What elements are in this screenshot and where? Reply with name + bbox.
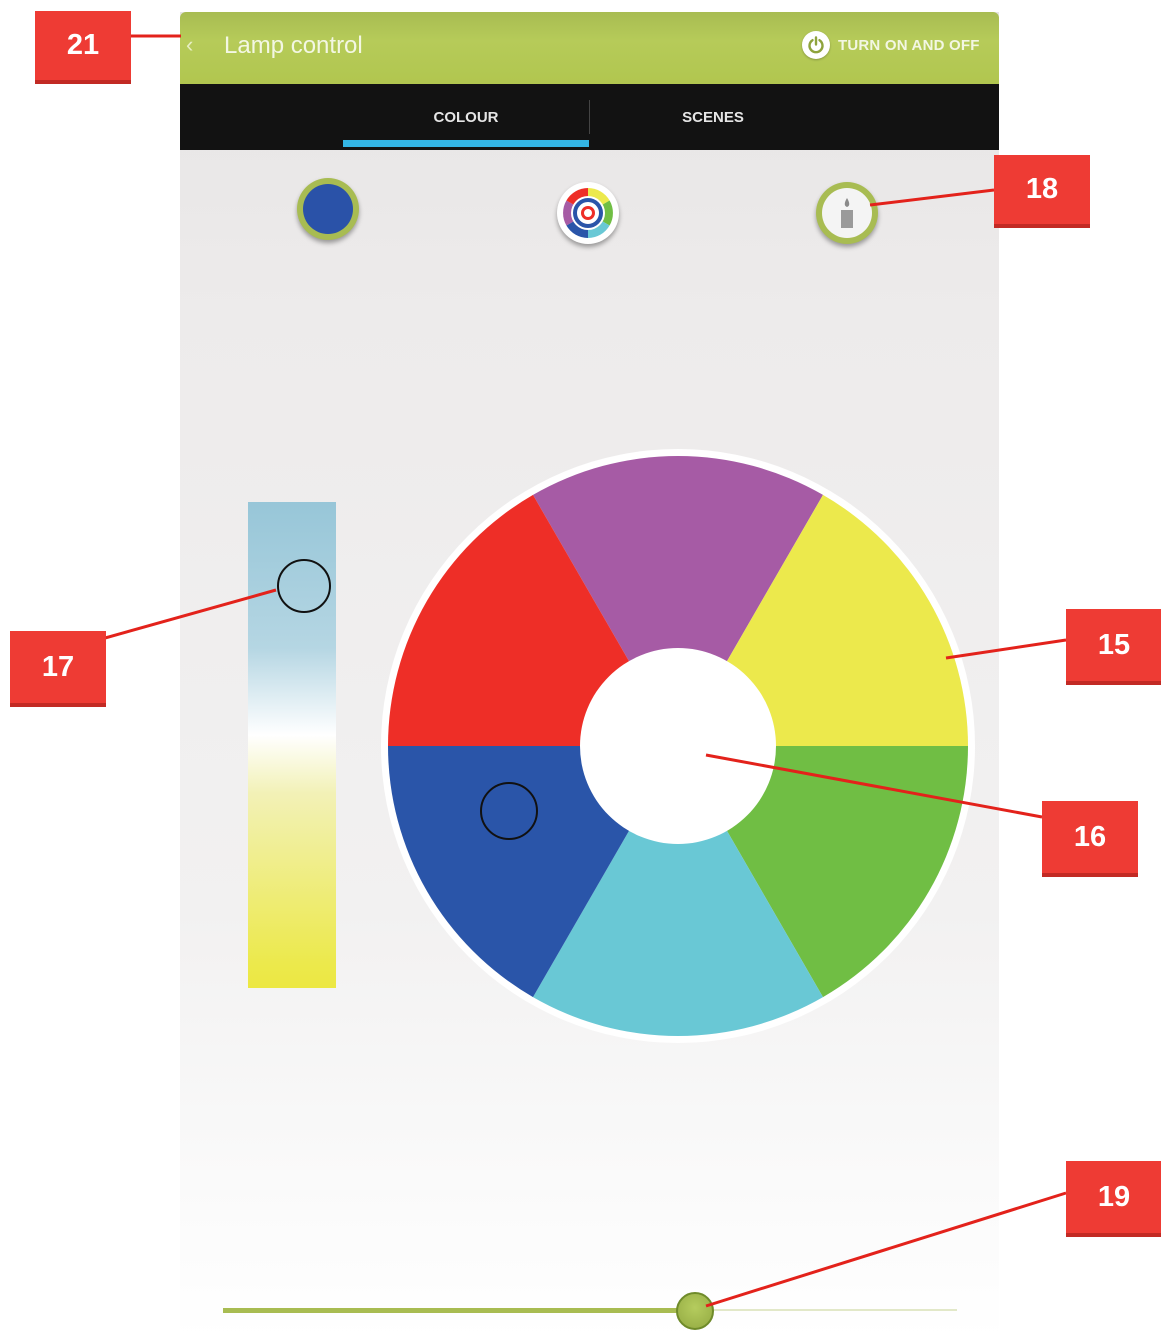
candle-mode-button[interactable] xyxy=(816,182,878,244)
colour-temperature-handle[interactable] xyxy=(277,559,331,613)
action-bar: ‹ Lamp control TURN ON AND OFF xyxy=(180,12,999,84)
brightness-track-filled[interactable] xyxy=(223,1308,695,1313)
callout-19: 19 xyxy=(1066,1161,1161,1237)
turn-on-and-off-button[interactable]: TURN ON AND OFF xyxy=(802,30,980,60)
tab-selected-indicator xyxy=(343,140,589,147)
brightness-track-empty[interactable] xyxy=(695,1309,957,1311)
candle-icon xyxy=(841,198,853,228)
candle-icon-bg xyxy=(822,188,872,238)
tab-scenes[interactable]: SCENES xyxy=(590,84,836,150)
colour-wheel-icon xyxy=(559,184,617,242)
callout-17: 17 xyxy=(10,631,106,707)
callout-16: 16 xyxy=(1042,801,1138,877)
solid-colour-icon xyxy=(303,184,353,234)
tab-divider xyxy=(589,100,590,134)
back-icon[interactable]: ‹ xyxy=(186,32,193,58)
turn-on-and-off-label: TURN ON AND OFF xyxy=(838,36,980,54)
callout-21: 21 xyxy=(35,11,131,84)
solid-colour-mode-button[interactable] xyxy=(297,178,359,240)
wheel-centre-button[interactable] xyxy=(580,648,776,844)
callout-18: 18 xyxy=(994,155,1090,228)
colour-wheel-mode-button[interactable] xyxy=(557,182,619,244)
brightness-slider-thumb[interactable] xyxy=(676,1292,714,1330)
colour-wheel[interactable] xyxy=(379,446,979,1046)
power-icon xyxy=(802,31,830,59)
page-title: Lamp control xyxy=(224,32,363,59)
callout-15: 15 xyxy=(1066,609,1161,685)
lamp-control-screen: ‹ Lamp control TURN ON AND OFF COLOUR SC… xyxy=(180,12,999,1340)
